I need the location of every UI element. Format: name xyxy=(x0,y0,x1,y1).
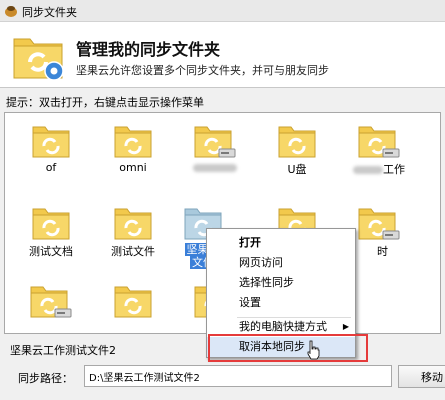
folder-item[interactable]: of xyxy=(15,123,87,174)
folder-icon xyxy=(278,126,316,158)
title-bar: 同步文件夹 xyxy=(0,0,445,22)
folder-icon xyxy=(114,208,152,240)
folder-icon xyxy=(30,286,72,318)
hand-cursor-icon xyxy=(307,340,320,360)
folder-icon xyxy=(32,126,70,158)
sync-folder-icon xyxy=(13,38,64,81)
folder-item[interactable] xyxy=(15,283,87,319)
folder-label: omni xyxy=(119,161,147,174)
selected-folder-title: 坚果云工作测试文件2 xyxy=(10,344,116,357)
menu-item-desktop-shortcut-label: 我的电脑快捷方式 xyxy=(239,320,327,333)
folder-item[interactable]: 测试文件 xyxy=(97,205,169,259)
folder-label: 测试文档 xyxy=(29,245,73,258)
folder-icon xyxy=(32,208,70,240)
folder-item[interactable]: 测试文档 xyxy=(15,205,87,259)
menu-item-web-access[interactable]: 网页访问 xyxy=(207,253,355,273)
folder-icon xyxy=(358,126,400,158)
menu-item-open[interactable]: 打开 xyxy=(207,233,355,253)
header-banner: 管理我的同步文件夹 坚果云允许您设置多个同步文件夹，并可与朋友同步 xyxy=(0,22,445,88)
folder-icon xyxy=(114,286,152,318)
folder-icon xyxy=(114,126,152,158)
page-subtitle: 坚果云允许您设置多个同步文件夹，并可与朋友同步 xyxy=(76,64,329,77)
menu-item-selective-sync[interactable]: 选择性同步 xyxy=(207,273,355,293)
folder-label: of xyxy=(45,161,57,174)
app-logo-icon xyxy=(5,6,17,17)
folder-icon xyxy=(358,208,400,240)
folder-item[interactable]: omni xyxy=(97,123,169,174)
sync-path-input[interactable] xyxy=(84,365,392,387)
move-button[interactable]: 移动 xyxy=(398,365,445,388)
folder-item[interactable]: 工作 xyxy=(343,123,415,177)
folder-item[interactable] xyxy=(179,123,251,174)
folder-label-obscured xyxy=(179,161,251,174)
page-title: 管理我的同步文件夹 xyxy=(76,40,221,59)
folder-icon xyxy=(194,126,236,158)
sync-path-label: 同步路径： xyxy=(18,372,73,385)
folder-item[interactable] xyxy=(97,283,169,319)
folder-item[interactable]: U盘 xyxy=(261,123,333,177)
hint-text: 提示：双击打开，右键点击显示操作菜单 xyxy=(6,96,204,109)
menu-item-settings[interactable]: 设置 xyxy=(207,293,355,313)
window-title: 同步文件夹 xyxy=(22,6,77,19)
folder-label: 测试文件 xyxy=(111,245,155,258)
annotation-highlight-box xyxy=(208,334,368,362)
folder-label: U盘 xyxy=(287,163,307,176)
folder-label: 工作 xyxy=(343,161,415,177)
